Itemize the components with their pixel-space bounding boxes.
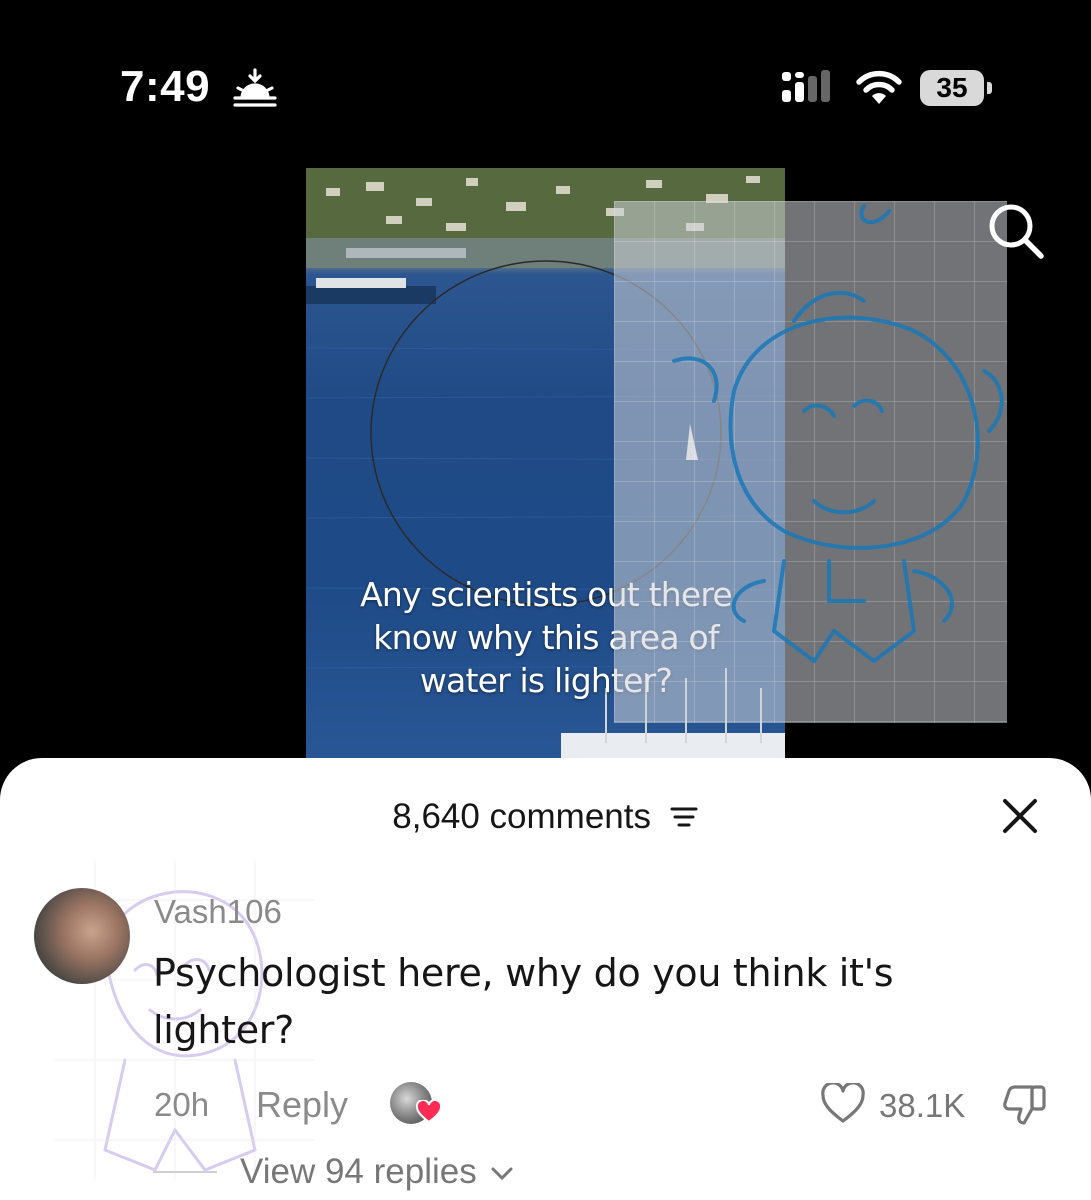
dislike-icon[interactable] [1002, 1083, 1048, 1127]
heart-icon[interactable] [820, 1083, 866, 1125]
reply-button[interactable]: Reply [256, 1084, 348, 1126]
wifi-icon [856, 70, 902, 104]
commenter-avatar[interactable] [34, 888, 130, 984]
doodle-sticker-drawing [614, 201, 1007, 723]
like-count: 38.1K [879, 1087, 966, 1124]
replies-divider [153, 1171, 217, 1173]
comment-username[interactable]: Vash106 [154, 893, 282, 931]
comments-count: 8,640 comments [392, 796, 651, 836]
sort-icon[interactable] [669, 804, 699, 830]
close-icon[interactable] [1001, 797, 1039, 835]
comment-timestamp: 20h [154, 1086, 210, 1123]
search-icon[interactable] [985, 200, 1047, 262]
battery-indicator: 35 [920, 70, 984, 106]
view-replies-label: View 94 replies [240, 1152, 477, 1191]
chevron-down-icon [491, 1167, 513, 1180]
comments-header: 8,640 comments [0, 795, 1091, 837]
view-replies-button[interactable]: View 94 replies [240, 1152, 514, 1192]
liked-by-creator-badge [390, 1082, 444, 1128]
sunrise-icon [233, 68, 277, 107]
signal-icon [782, 70, 830, 102]
doodle-sticker-overlay [614, 201, 1007, 723]
comment-text: Psychologist here, why do you think it's… [153, 951, 894, 1052]
battery-tip [987, 82, 992, 94]
heart-badge-icon [416, 1100, 442, 1124]
status-time: 7:49 [120, 62, 211, 111]
